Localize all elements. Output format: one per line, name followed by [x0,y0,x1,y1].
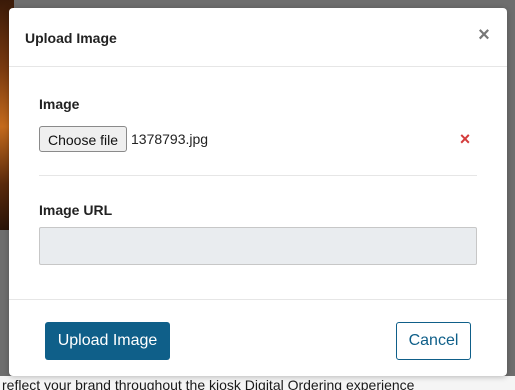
remove-file-icon[interactable]: × [457,128,473,150]
background-page-text: reflect your brand throughout the kiosk … [0,376,515,390]
image-field-label: Image [39,96,80,112]
cancel-button[interactable]: Cancel [396,322,471,360]
choose-file-button[interactable]: Choose file [39,126,127,152]
selected-file-name: 1378793.jpg [131,131,209,147]
image-url-label: Image URL [39,202,113,218]
section-divider [39,175,477,176]
modal-title: Upload Image [25,30,117,46]
upload-image-button[interactable]: Upload Image [45,322,170,360]
image-url-input[interactable] [39,227,477,265]
close-icon[interactable]: × [473,24,495,46]
upload-image-modal: Upload Image × Image Choose file 1378793… [9,8,507,376]
modal-header: Upload Image × [9,8,507,67]
modal-footer-divider [9,299,507,300]
